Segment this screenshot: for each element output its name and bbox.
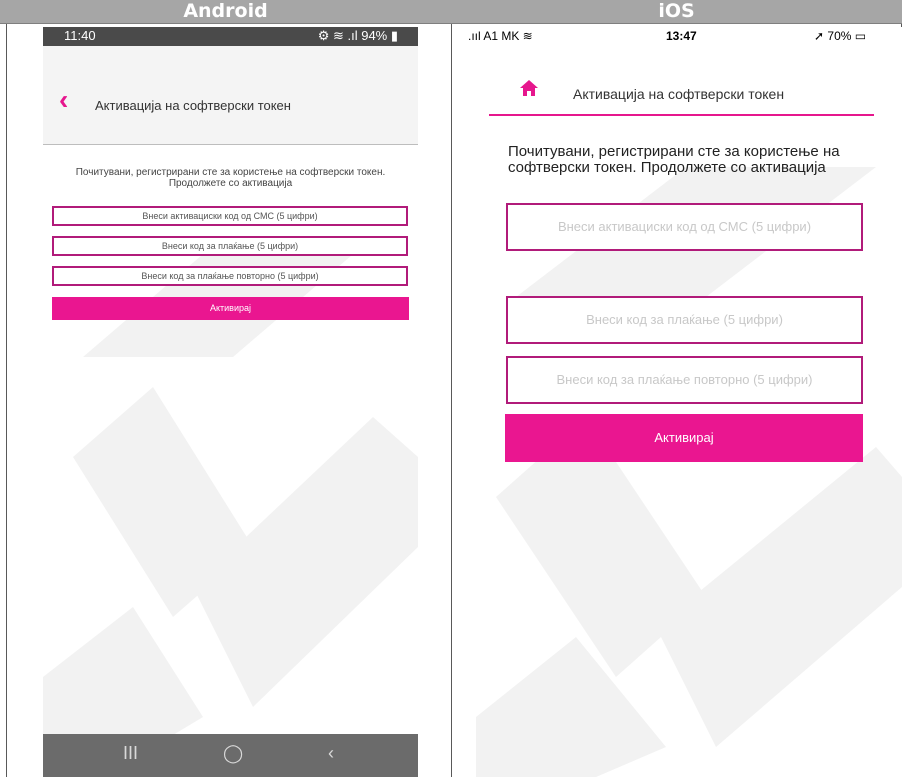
ios-message: Почитувани, регистрирани сте за користењ… [508, 144, 868, 176]
android-message-line2: Продолжете со активација [168, 178, 293, 189]
ios-status-bar: .ııl A1 MK ≋ 13:47 ➚ 70% ▭ [456, 27, 902, 49]
home-circle-icon[interactable]: ◯ [223, 743, 243, 764]
ios-screen: .ııl A1 MK ≋ 13:47 ➚ 70% ▭ Активација на… [456, 27, 902, 777]
android-status-icons: ⚙ ≋ .ıl 94% ▮ [317, 28, 398, 43]
ios-title-underline [489, 114, 874, 116]
android-header: Android [183, 0, 268, 22]
android-status-time: 11:40 [64, 28, 96, 43]
android-screen: 11:40 ⚙ ≋ .ıl 94% ▮ ‹ Активација на софт… [43, 27, 418, 777]
ios-status-time: 13:47 [666, 29, 697, 43]
recents-icon[interactable]: III [123, 743, 138, 764]
ios-message-line2: софтверски токен. Продолжете со активаци… [508, 159, 826, 176]
android-payment-code-input[interactable]: Внеси код за плаќање (5 цифри) [52, 236, 408, 256]
android-app-bar: ‹ Активација на софтверски токен [43, 46, 418, 145]
ios-payment-code-input[interactable]: Внеси код за плаќање (5 цифри) [506, 296, 863, 344]
android-payment-code-repeat-input[interactable]: Внеси код за плаќање повторно (5 цифри) [52, 266, 408, 286]
android-form: Почитувани, регистрирани сте за користењ… [43, 145, 418, 735]
home-icon[interactable] [520, 80, 538, 101]
android-status-bar: 11:40 ⚙ ≋ .ıl 94% ▮ [43, 27, 418, 46]
android-nav-bar: III ◯ ‹ [43, 734, 418, 777]
ios-battery: ➚ 70% ▭ [814, 29, 867, 43]
android-message: Почитувани, регистрирани сте за користењ… [43, 167, 418, 189]
android-activate-button[interactable]: Активирај [52, 297, 409, 320]
ios-header: iOS [658, 0, 695, 22]
divider-center [451, 24, 452, 777]
divider-left [6, 24, 7, 777]
ios-payment-code-repeat-input[interactable]: Внеси код за плаќање повторно (5 цифри) [506, 356, 863, 404]
back-arrow-icon[interactable]: ‹ [59, 86, 75, 114]
ios-page-title: Активација на софтверски токен [573, 86, 785, 102]
ios-activate-button[interactable]: Активирај [505, 414, 863, 462]
ios-message-line1: Почитувани, регистрирани сте за користењ… [508, 143, 840, 160]
comparison-header: Android iOS [0, 0, 902, 24]
ios-sms-code-input[interactable]: Внеси активациски код од СМС (5 цифри) [506, 203, 863, 251]
ios-carrier: .ııl A1 MK ≋ [468, 29, 533, 43]
android-message-line1: Почитувани, регистрирани сте за користењ… [75, 167, 386, 178]
nav-back-icon[interactable]: ‹ [328, 743, 334, 764]
android-page-title: Активација на софтверски токен [95, 98, 291, 113]
android-sms-code-input[interactable]: Внеси активациски код од СМС (5 цифри) [52, 206, 408, 226]
